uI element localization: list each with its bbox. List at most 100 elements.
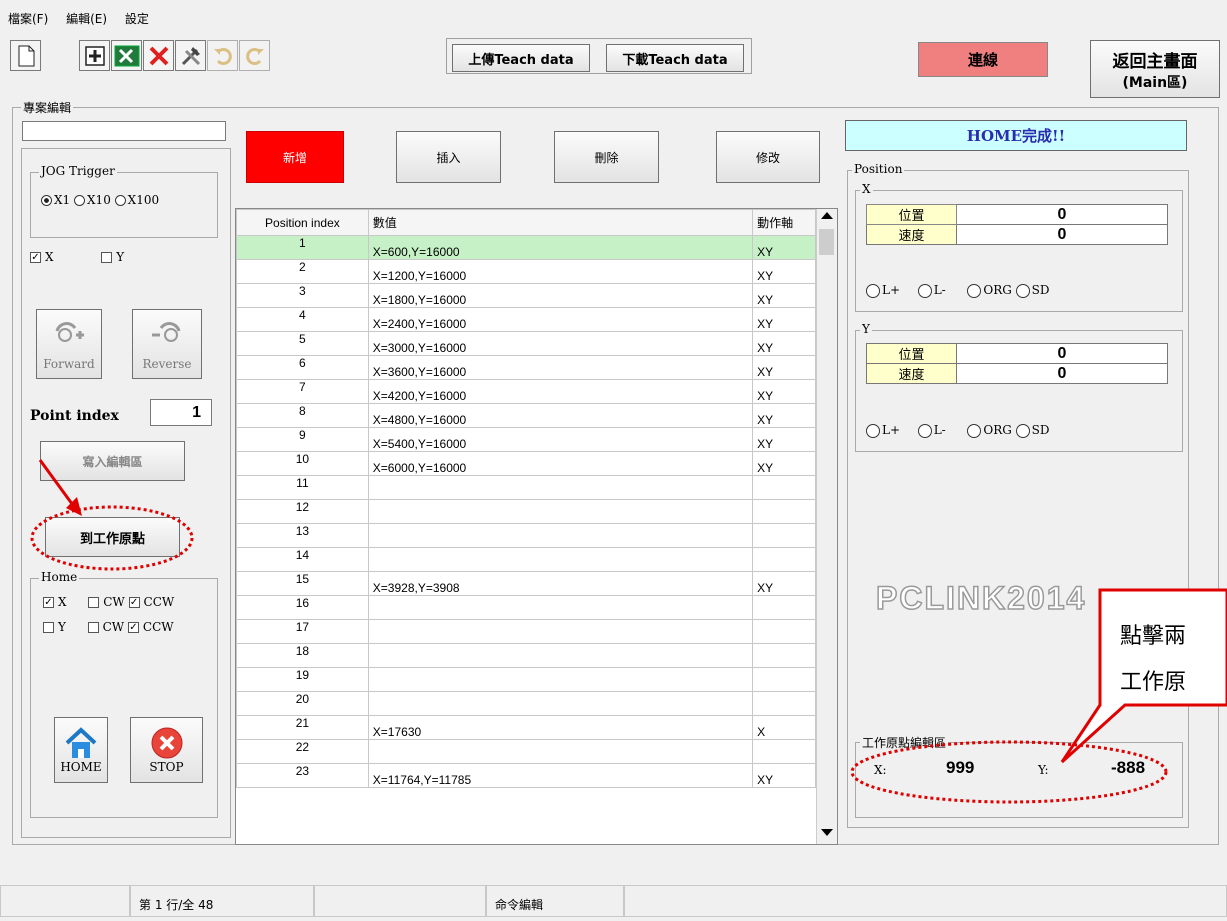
row-value-cell[interactable] <box>367 547 754 572</box>
row-index-cell[interactable]: 13 <box>236 523 369 548</box>
modify-button[interactable]: 修改 <box>716 131 820 183</box>
table-row[interactable]: 8 X=4800,Y=16000 XY <box>236 403 816 428</box>
redo-button[interactable] <box>239 40 270 71</box>
table-row[interactable]: 1 X=600,Y=16000 XY <box>236 235 816 260</box>
row-index-cell[interactable]: 5 <box>236 331 369 356</box>
table-row[interactable]: 6 X=3600,Y=16000 XY <box>236 355 816 380</box>
insert-button[interactable]: 插入 <box>396 131 501 183</box>
row-index-cell[interactable]: 20 <box>236 691 369 716</box>
row-axis-cell[interactable] <box>752 643 816 668</box>
home-y-checkbox[interactable] <box>43 622 54 633</box>
return-main-button[interactable]: 返回主畫面 (Main區) <box>1090 40 1220 98</box>
home-x-checkbox[interactable]: ✓ <box>43 597 54 608</box>
add-button[interactable]: 新增 <box>246 131 344 183</box>
row-index-cell[interactable]: 15 <box>236 571 369 596</box>
table-row[interactable]: 11 <box>236 475 816 500</box>
jog-x10-radio[interactable] <box>74 195 86 206</box>
row-value-cell[interactable]: X=3600,Y=16000 <box>367 355 754 380</box>
row-axis-cell[interactable] <box>752 595 816 620</box>
row-index-cell[interactable]: 1 <box>236 235 369 260</box>
row-axis-cell[interactable] <box>752 667 816 692</box>
row-value-cell[interactable] <box>367 523 754 548</box>
row-axis-cell[interactable]: XY <box>752 235 816 260</box>
row-index-cell[interactable]: 18 <box>236 643 369 668</box>
table-row[interactable]: 21 X=17630 X <box>236 715 816 740</box>
scroll-down-icon[interactable] <box>821 829 833 836</box>
row-value-cell[interactable] <box>367 619 754 644</box>
row-index-cell[interactable]: 10 <box>236 451 369 476</box>
row-value-cell[interactable] <box>367 691 754 716</box>
row-axis-cell[interactable]: X <box>752 715 816 740</box>
home-y-ccw-checkbox[interactable]: ✓ <box>127 622 139 633</box>
download-teach-data-button[interactable]: 下載Teach data <box>606 44 744 72</box>
table-row[interactable]: 2 X=1200,Y=16000 XY <box>236 259 816 284</box>
menu-file[interactable]: 檔案(F) <box>8 12 48 26</box>
menu-settings[interactable]: 設定 <box>125 12 149 26</box>
row-index-cell[interactable]: 17 <box>236 619 369 644</box>
row-index-cell[interactable]: 16 <box>236 595 369 620</box>
row-value-cell[interactable] <box>367 499 754 524</box>
table-row[interactable]: 23 X=11764,Y=11785 XY <box>236 763 816 788</box>
row-value-cell[interactable]: X=11764,Y=11785 <box>367 763 754 788</box>
row-value-cell[interactable]: X=6000,Y=16000 <box>367 451 754 476</box>
row-index-cell[interactable]: 9 <box>236 427 369 452</box>
row-index-cell[interactable]: 22 <box>236 739 369 764</box>
stop-button[interactable]: STOP <box>130 717 203 783</box>
table-row[interactable]: 4 X=2400,Y=16000 XY <box>236 307 816 332</box>
row-axis-cell[interactable]: XY <box>752 379 816 404</box>
scroll-thumb[interactable] <box>819 229 834 255</box>
row-index-cell[interactable]: 7 <box>236 379 369 404</box>
point-index-input[interactable] <box>150 399 212 426</box>
home-button[interactable]: HOME <box>54 717 108 783</box>
row-value-cell[interactable]: X=17630 <box>367 715 754 740</box>
delete-button[interactable] <box>143 40 174 71</box>
home-y-cw-checkbox[interactable] <box>87 622 99 633</box>
export-excel-button[interactable] <box>111 40 142 71</box>
row-axis-cell[interactable]: XY <box>752 283 816 308</box>
row-axis-cell[interactable]: XY <box>752 451 816 476</box>
row-index-cell[interactable]: 2 <box>236 259 369 284</box>
row-axis-cell[interactable] <box>752 499 816 524</box>
header-axis[interactable]: 動作軸 <box>752 209 816 236</box>
table-row[interactable]: 12 <box>236 499 816 524</box>
reverse-button[interactable]: Reverse <box>132 309 202 379</box>
row-axis-cell[interactable]: XY <box>752 259 816 284</box>
vertical-scrollbar[interactable] <box>816 209 837 844</box>
row-index-cell[interactable]: 19 <box>236 667 369 692</box>
upload-teach-data-button[interactable]: 上傳Teach data <box>452 44 590 72</box>
table-row[interactable]: 18 <box>236 643 816 668</box>
header-position-index[interactable]: Position index <box>236 209 369 236</box>
table-row[interactable]: 17 <box>236 619 816 644</box>
row-axis-cell[interactable]: XY <box>752 307 816 332</box>
row-axis-cell[interactable]: XY <box>752 403 816 428</box>
row-axis-cell[interactable] <box>752 523 816 548</box>
row-value-cell[interactable]: X=3000,Y=16000 <box>367 331 754 356</box>
row-axis-cell[interactable] <box>752 619 816 644</box>
delete-row-button[interactable]: 刪除 <box>554 131 659 183</box>
table-row[interactable]: 7 X=4200,Y=16000 XY <box>236 379 816 404</box>
row-value-cell[interactable]: X=4200,Y=16000 <box>367 379 754 404</box>
row-axis-cell[interactable]: XY <box>752 331 816 356</box>
row-index-cell[interactable]: 14 <box>236 547 369 572</box>
row-axis-cell[interactable] <box>752 691 816 716</box>
header-value[interactable]: 數值 <box>367 209 754 236</box>
row-value-cell[interactable]: X=2400,Y=16000 <box>367 307 754 332</box>
row-axis-cell[interactable]: XY <box>752 427 816 452</box>
row-axis-cell[interactable] <box>752 547 816 572</box>
row-index-cell[interactable]: 11 <box>236 475 369 500</box>
table-row[interactable]: 9 X=5400,Y=16000 XY <box>236 427 816 452</box>
new-file-button[interactable] <box>10 40 41 71</box>
scroll-up-icon[interactable] <box>821 212 833 219</box>
row-value-cell[interactable]: X=5400,Y=16000 <box>367 427 754 452</box>
table-row[interactable]: 15 X=3928,Y=3908 XY <box>236 571 816 596</box>
table-row[interactable]: 19 <box>236 667 816 692</box>
table-row[interactable]: 22 <box>236 739 816 764</box>
home-x-cw-checkbox[interactable] <box>88 597 100 608</box>
row-index-cell[interactable]: 3 <box>236 283 369 308</box>
axis-x-checkbox[interactable]: ✓ <box>30 252 41 263</box>
row-axis-cell[interactable]: XY <box>752 355 816 380</box>
position-grid[interactable]: Position index 數值 動作軸 1 X=600,Y=16000 XY 2 X… <box>235 208 838 845</box>
row-index-cell[interactable]: 12 <box>236 499 369 524</box>
row-axis-cell[interactable] <box>752 739 816 764</box>
row-index-cell[interactable]: 21 <box>236 715 369 740</box>
